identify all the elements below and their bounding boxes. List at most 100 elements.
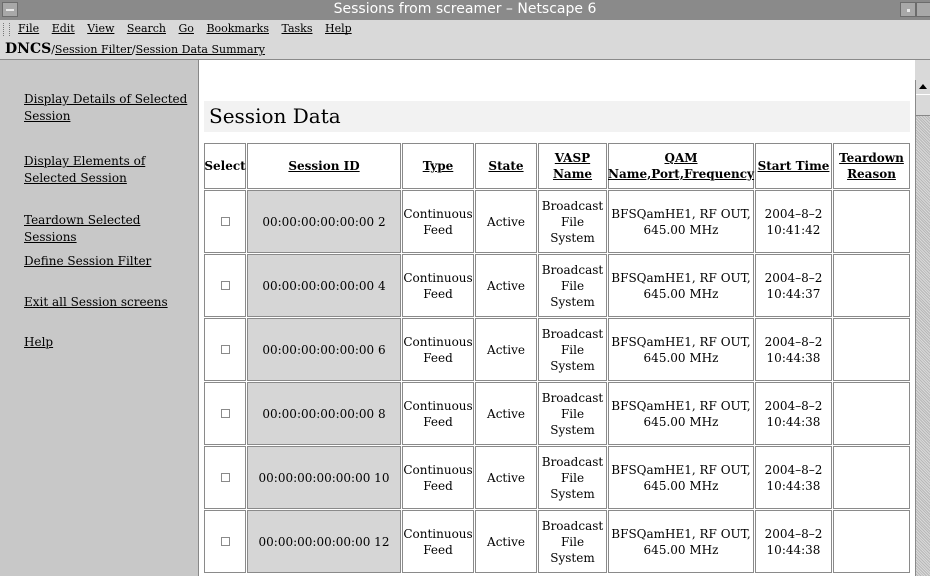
session-id-cell-text: 00:00:00:00:00:00 12 <box>258 534 390 549</box>
qam-cell-text: BFSQamHE1, RF OUT, 645.00 MHz <box>611 398 751 429</box>
breadcrumb-session-filter-link[interactable]: Session Filter <box>55 43 132 56</box>
page-title: Session Data <box>209 104 341 128</box>
session-id-cell: 00:00:00:00:00:00 10 <box>247 446 401 509</box>
sidebar-define-filter-link[interactable]: Define Session Filter <box>24 253 196 270</box>
state-cell: Active <box>475 190 537 253</box>
row-select-checkbox[interactable] <box>220 473 230 482</box>
type-cell-text: Continuous Feed <box>403 334 473 365</box>
session-id-cell: 00:00:00:00:00:00 12 <box>247 510 401 573</box>
vasp-name-cell: Broadcast File System <box>538 254 607 317</box>
column-header-start-time[interactable]: Start Time <box>755 143 832 189</box>
menu-search[interactable]: Search <box>127 22 166 35</box>
row-select-checkbox[interactable] <box>220 345 230 354</box>
main-content: Session Data Select Session ID Type Stat… <box>199 60 915 576</box>
qam-cell-text: BFSQamHE1, RF OUT, 645.00 MHz <box>611 270 751 301</box>
state-cell: Active <box>475 446 537 509</box>
vasp-name-cell-text: Broadcast File System <box>541 198 604 245</box>
row-select-checkbox[interactable] <box>220 409 230 418</box>
vasp-name-cell: Broadcast File System <box>538 318 607 381</box>
teardown-reason-cell <box>833 254 910 317</box>
qam-cell: BFSQamHE1, RF OUT, 645.00 MHz <box>608 318 754 381</box>
qam-cell: BFSQamHE1, RF OUT, 645.00 MHz <box>608 382 754 445</box>
start-time-cell-text: 2004–8–2 10:44:38 <box>764 462 823 493</box>
menu-go[interactable]: Go <box>179 22 194 35</box>
scroll-up-arrow-icon[interactable] <box>916 80 930 94</box>
start-time-cell: 2004–8–2 10:44:38 <box>755 510 832 573</box>
sidebar-display-elements-link[interactable]: Display Elements of Selected Session <box>24 153 196 187</box>
session-id-cell: 00:00:00:00:00:00 6 <box>247 318 401 381</box>
select-cell <box>204 318 246 381</box>
breadcrumb: DNCS/Session Filter/Session Data Summary <box>0 38 930 59</box>
menu-edit[interactable]: Edit <box>52 22 75 35</box>
column-header-vasp-name[interactable]: VASP Name <box>538 143 607 189</box>
vasp-name-cell: Broadcast File System <box>538 446 607 509</box>
scrollbar-thumb[interactable] <box>916 94 930 116</box>
menu-bar: File Edit View Search Go Bookmarks Tasks… <box>0 20 930 38</box>
teardown-reason-cell <box>833 190 910 253</box>
breadcrumb-root: DNCS <box>5 41 52 57</box>
menu-bookmarks[interactable]: Bookmarks <box>206 22 269 35</box>
column-header-state[interactable]: State <box>475 143 537 189</box>
select-cell <box>204 254 246 317</box>
qam-cell: BFSQamHE1, RF OUT, 645.00 MHz <box>608 510 754 573</box>
select-cell <box>204 382 246 445</box>
qam-cell-text: BFSQamHE1, RF OUT, 645.00 MHz <box>611 462 751 493</box>
start-time-cell-text: 2004–8–2 10:44:38 <box>764 398 823 429</box>
session-id-cell-text: 00:00:00:00:00:00 4 <box>262 278 386 293</box>
start-time-cell-text: 2004–8–2 10:44:37 <box>764 270 823 301</box>
minimize-button[interactable] <box>900 2 916 17</box>
sidebar-display-details-link[interactable]: Display Details of Selected Session <box>24 91 196 125</box>
menu-help[interactable]: Help <box>325 22 352 35</box>
maximize-button[interactable] <box>916 2 930 17</box>
type-cell: Continuous Feed <box>402 382 474 445</box>
column-header-type[interactable]: Type <box>402 143 474 189</box>
sidebar-teardown-link[interactable]: Teardown Selected Sessions <box>24 212 196 246</box>
type-cell: Continuous Feed <box>402 446 474 509</box>
sidebar: Display Details of Selected Session Disp… <box>0 60 199 576</box>
type-cell-text: Continuous Feed <box>403 270 473 301</box>
teardown-reason-cell <box>833 446 910 509</box>
qam-cell-text: BFSQamHE1, RF OUT, 645.00 MHz <box>611 206 751 237</box>
vertical-scrollbar[interactable] <box>915 80 930 576</box>
type-cell: Continuous Feed <box>402 190 474 253</box>
column-header-teardown-reason[interactable]: Teardown Reason <box>833 143 910 189</box>
qam-cell: BFSQamHE1, RF OUT, 645.00 MHz <box>608 190 754 253</box>
state-cell-text: Active <box>487 278 525 293</box>
page-title-bar: Session Data <box>204 101 910 132</box>
vasp-name-cell: Broadcast File System <box>538 190 607 253</box>
column-header-session-id[interactable]: Session ID <box>247 143 401 189</box>
teardown-reason-cell <box>833 510 910 573</box>
window-title: Sessions from screamer – Netscape 6 <box>333 1 597 17</box>
start-time-cell: 2004–8–2 10:44:37 <box>755 254 832 317</box>
state-cell: Active <box>475 510 537 573</box>
vasp-name-cell-text: Broadcast File System <box>541 326 604 373</box>
menu-view[interactable]: View <box>87 22 114 35</box>
vasp-name-cell-text: Broadcast File System <box>541 454 604 501</box>
type-cell: Continuous Feed <box>402 318 474 381</box>
row-select-checkbox[interactable] <box>220 217 230 226</box>
vasp-name-cell: Broadcast File System <box>538 510 607 573</box>
menu-tasks[interactable]: Tasks <box>282 22 313 35</box>
session-id-cell-text: 00:00:00:00:00:00 10 <box>258 470 390 485</box>
start-time-cell-text: 2004–8–2 10:44:38 <box>764 334 823 365</box>
scrollbar-top-area <box>915 60 930 80</box>
teardown-reason-cell <box>833 318 910 381</box>
breadcrumb-session-data-summary-link[interactable]: Session Data Summary <box>136 43 265 56</box>
start-time-cell: 2004–8–2 10:44:38 <box>755 318 832 381</box>
row-select-checkbox[interactable] <box>220 281 230 290</box>
type-cell-text: Continuous Feed <box>403 462 473 493</box>
column-header-select: Select <box>204 143 246 189</box>
vasp-name-cell-text: Broadcast File System <box>541 390 604 437</box>
qam-cell: BFSQamHE1, RF OUT, 645.00 MHz <box>608 254 754 317</box>
toolbar-grip-icon[interactable] <box>3 23 10 36</box>
column-header-qam[interactable]: QAM Name,Port,Frequency <box>608 143 754 189</box>
state-cell: Active <box>475 382 537 445</box>
sidebar-exit-all-link[interactable]: Exit all Session screens <box>24 294 196 311</box>
vasp-name-cell: Broadcast File System <box>538 382 607 445</box>
type-cell-text: Continuous Feed <box>403 398 473 429</box>
sidebar-help-link[interactable]: Help <box>24 334 196 351</box>
row-select-checkbox[interactable] <box>220 537 230 546</box>
menu-file[interactable]: File <box>18 22 39 35</box>
session-id-cell-text: 00:00:00:00:00:00 6 <box>262 342 386 357</box>
session-id-cell-text: 00:00:00:00:00:00 2 <box>262 214 386 229</box>
